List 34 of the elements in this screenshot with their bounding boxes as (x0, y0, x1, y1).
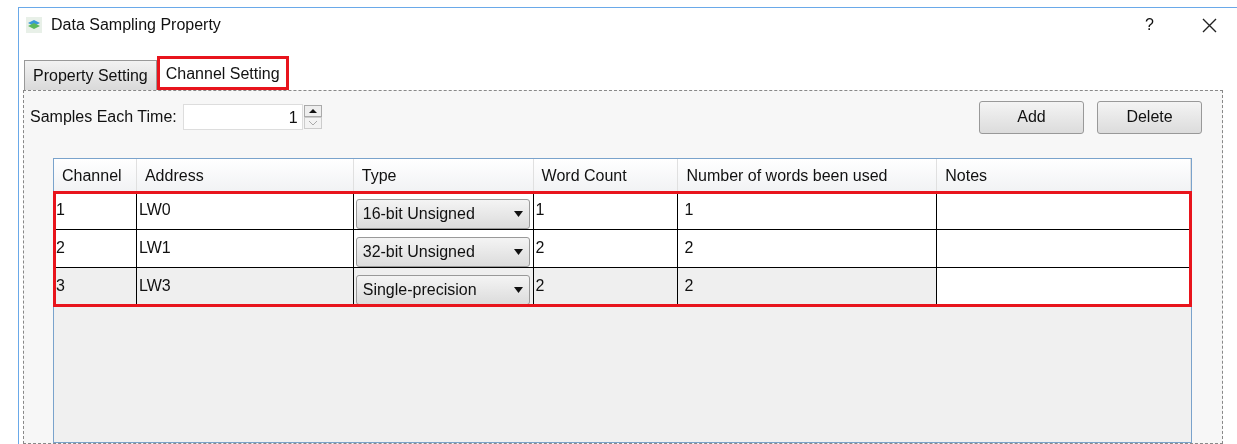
table-cell: 2 (533, 268, 679, 306)
column-header[interactable]: Word Count (533, 159, 679, 192)
close-icon[interactable] (1202, 17, 1217, 33)
help-button[interactable]: ? (1145, 13, 1154, 37)
caret-icon (513, 286, 523, 293)
table-cell: 1 (54, 192, 137, 230)
window-title: Data Sampling Property (51, 15, 221, 35)
app-icon (25, 16, 43, 34)
caret-icon (513, 210, 523, 217)
table-cell: 1 (678, 192, 938, 230)
caret-icon (513, 248, 523, 255)
table-cell: LW0 (136, 192, 354, 230)
dialog-button[interactable]: Delete (1097, 100, 1202, 134)
table-cell: 2 (54, 230, 137, 268)
table-row[interactable]: 3 LW3 Single-precision 2 2 (54, 268, 1191, 306)
column-header[interactable]: Address (136, 159, 354, 192)
type-dropdown[interactable]: 16-bit Unsigned (355, 198, 530, 229)
table-cell: 1 (533, 192, 679, 230)
column-header[interactable]: Type (353, 159, 534, 192)
type-dropdown[interactable]: Single-precision (355, 274, 530, 305)
type-dropdown[interactable]: 32-bit Unsigned (355, 236, 530, 267)
table-cell: LW1 (136, 230, 354, 268)
table-row[interactable]: 2 LW1 32-bit Unsigned 2 2 (54, 230, 1191, 268)
table-cell: 3 (54, 268, 137, 306)
tab[interactable]: Channel Setting (156, 56, 289, 90)
table-row[interactable]: 1 LW0 16-bit Unsigned 1 1 (54, 192, 1191, 230)
table-cell: 2 (533, 230, 679, 268)
column-header[interactable]: Number of words been used (678, 159, 938, 192)
table-cell: 2 (678, 230, 938, 268)
column-header[interactable]: Channel (54, 159, 137, 192)
samples-label: Samples Each Time: (30, 107, 177, 127)
column-header[interactable]: Notes (937, 159, 1191, 192)
tab[interactable]: Property Setting (24, 60, 157, 90)
dialog-button[interactable]: Add (979, 100, 1084, 134)
